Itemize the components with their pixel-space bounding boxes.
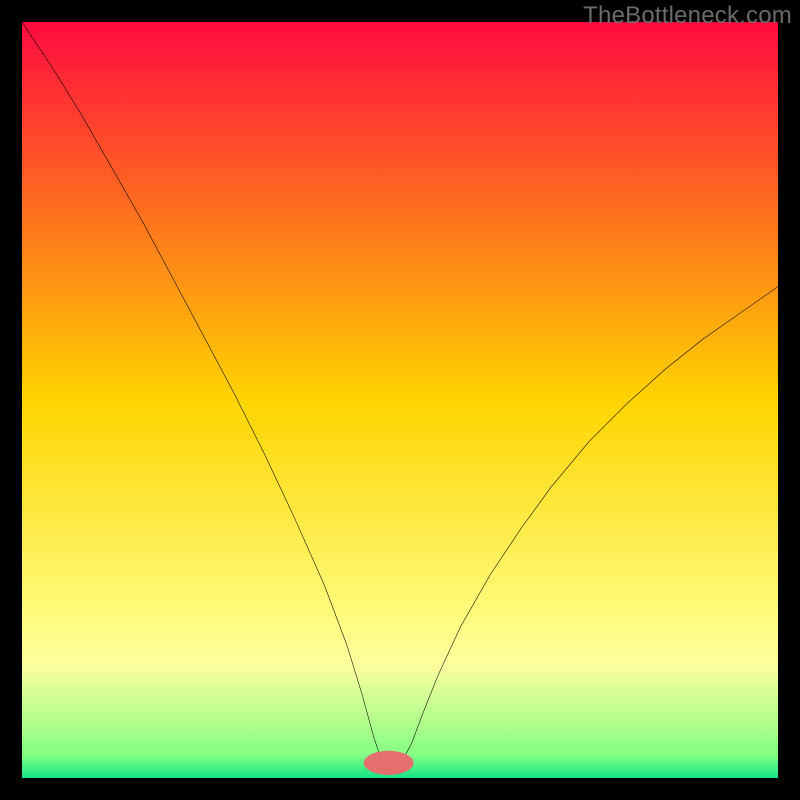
chart-frame: TheBottleneck.com <box>0 0 800 800</box>
plot-background <box>22 22 778 778</box>
bottleneck-plot <box>22 22 778 778</box>
watermark-text: TheBottleneck.com <box>583 2 792 30</box>
optimal-marker <box>364 751 414 775</box>
